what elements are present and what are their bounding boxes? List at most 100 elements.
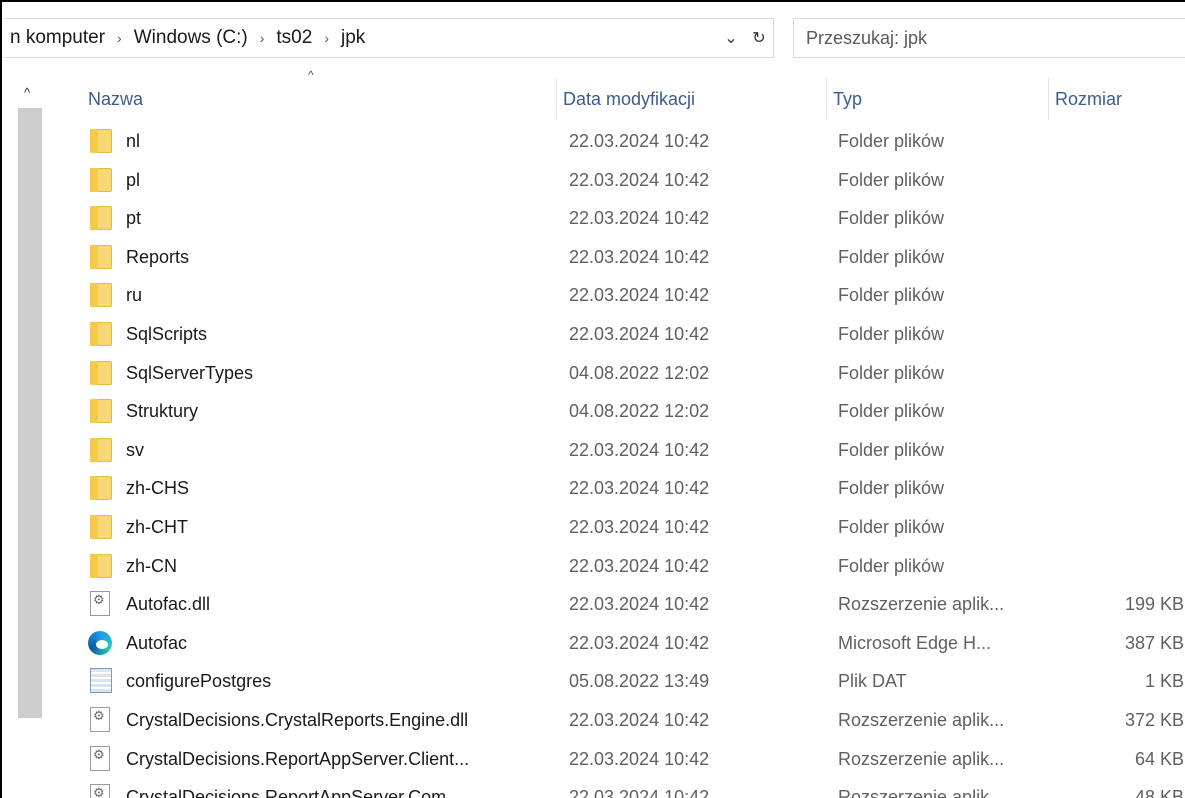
- list-item[interactable]: Struktury 04.08.2022 12:02 Folder plików: [62, 392, 1185, 430]
- chevron-down-icon[interactable]: ⌄: [717, 28, 745, 48]
- list-item[interactable]: SqlScripts 22.03.2024 10:42 Folder plików: [62, 315, 1185, 353]
- file-size: [1042, 431, 1184, 469]
- breadcrumb-jpk[interactable]: jpk: [335, 27, 371, 49]
- file-type: Rozszerzenie aplik...: [838, 710, 1005, 730]
- list-item[interactable]: nl 22.03.2024 10:42 Folder plików: [62, 122, 1185, 160]
- file-size: 372 KB: [1124, 710, 1184, 730]
- list-item[interactable]: pt 22.03.2024 10:42 Folder plików: [62, 199, 1185, 237]
- breadcrumb-drive-c[interactable]: Windows (C:): [128, 27, 254, 49]
- list-item[interactable]: ru 22.03.2024 10:42 Folder plików: [62, 276, 1185, 314]
- column-name[interactable]: Nazwa: [82, 78, 552, 120]
- file-icon-cell: [86, 701, 122, 739]
- file-icon-cell: [86, 238, 122, 276]
- file-size: 64 KB: [1134, 748, 1184, 769]
- file-type: Folder plików: [838, 208, 945, 229]
- dat-icon: [90, 668, 112, 694]
- dll-icon: [90, 707, 110, 732]
- list-item[interactable]: CrystalDecisions.CrystalReports.Engine.d…: [62, 701, 1185, 739]
- list-item[interactable]: Autofac 22.03.2024 10:42 Microsoft Edge H.…: [62, 624, 1185, 662]
- file-name: Autofac: [126, 632, 188, 653]
- column-header: ^ Nazwa Data modyfikacji Typ Rozmiar: [62, 68, 1185, 120]
- file-type: Folder plików: [838, 324, 945, 344]
- folder-icon: [90, 515, 112, 539]
- file-size: [1042, 354, 1184, 392]
- file-date: 04.08.2022 12:02: [569, 362, 710, 383]
- folder-icon: [90, 553, 112, 578]
- file-type: Folder plików: [838, 362, 945, 383]
- file-date: 22.03.2024 10:42: [569, 246, 710, 267]
- file-name: Autofac.dll: [126, 594, 211, 615]
- file-icon-cell: [86, 778, 122, 798]
- column-type-label: Typ: [833, 89, 863, 109]
- list-item[interactable]: zh-CN 22.03.2024 10:42 Folder plików: [62, 547, 1185, 585]
- file-icon-cell: [86, 354, 122, 392]
- file-date: 22.03.2024 10:42: [569, 748, 710, 769]
- file-name: pl: [126, 169, 141, 190]
- file-name: nl: [126, 131, 141, 151]
- column-type[interactable]: Typ: [826, 78, 1046, 120]
- folder-icon: [90, 476, 112, 501]
- file-date: 22.03.2024 10:42: [569, 439, 710, 460]
- file-date: 22.03.2024 10:42: [569, 787, 710, 798]
- list-item[interactable]: configurePostgres 05.08.2022 13:49 Plik DA…: [62, 662, 1185, 700]
- column-name-label: Nazwa: [88, 89, 144, 109]
- scrollbar-thumb[interactable]: [18, 108, 42, 718]
- address-bar[interactable]: n komputer › Windows (C:) › ts02 › jpk ⌄…: [4, 18, 774, 58]
- list-item[interactable]: pl 22.03.2024 10:42 Folder plików: [62, 161, 1185, 199]
- file-date: 22.03.2024 10:42: [569, 632, 710, 653]
- list-item[interactable]: SqlServerTypes 04.08.2022 12:02 Folder pli…: [62, 354, 1185, 392]
- file-type: Folder plików: [838, 517, 945, 537]
- folder-icon: [90, 129, 112, 153]
- search-input[interactable]: [806, 27, 1185, 49]
- file-name: CrystalDecisions.CrystalReports.Engine.d…: [126, 710, 469, 730]
- breadcrumb-ts02[interactable]: ts02: [270, 27, 318, 49]
- column-date-label: Data modyfikacji: [563, 89, 696, 109]
- breadcrumb-this-pc[interactable]: n komputer: [4, 27, 111, 49]
- chevron-right-icon[interactable]: ›: [318, 30, 335, 46]
- file-type: Folder plików: [838, 169, 945, 190]
- folder-icon: [90, 360, 112, 385]
- file-size: 199 KB: [1124, 594, 1184, 615]
- file-icon-cell: [86, 624, 122, 662]
- file-icon-cell: [86, 122, 122, 160]
- file-date: 22.03.2024 10:42: [569, 555, 710, 576]
- folder-icon: [90, 283, 112, 308]
- file-type: Folder plików: [838, 439, 945, 460]
- folder-icon: [90, 244, 112, 269]
- file-name: zh-CHT: [126, 517, 188, 537]
- file-date: 05.08.2022 13:49: [569, 671, 710, 692]
- file-type: Folder plików: [838, 285, 945, 306]
- scroll-up-icon[interactable]: ^: [12, 82, 42, 106]
- list-item[interactable]: sv 22.03.2024 10:42 Folder plików: [62, 431, 1185, 469]
- refresh-icon[interactable]: ↻: [745, 28, 773, 48]
- file-size: [1042, 315, 1184, 353]
- file-date: 04.08.2022 12:02: [569, 401, 710, 422]
- file-date: 22.03.2024 10:42: [569, 478, 710, 499]
- chevron-right-icon[interactable]: ›: [254, 30, 271, 46]
- chevron-right-icon[interactable]: ›: [111, 30, 128, 46]
- file-name: sv: [126, 439, 144, 460]
- search-box[interactable]: [793, 18, 1185, 58]
- dll-icon: [90, 784, 110, 798]
- list-item[interactable]: CrystalDecisions.ReportAppServer.Client.…: [62, 740, 1185, 778]
- file-type: Folder plików: [838, 246, 945, 267]
- list-item[interactable]: zh-CHS 22.03.2024 10:42 Folder plików: [62, 469, 1185, 507]
- list-item[interactable]: Reports 22.03.2024 10:42 Folder plików: [62, 238, 1185, 276]
- folder-icon: [90, 206, 112, 231]
- file-icon-cell: [86, 585, 122, 623]
- file-type: Rozszerzenie aplik...: [838, 748, 1005, 769]
- folder-icon: [90, 167, 112, 192]
- file-date: 22.03.2024 10:42: [569, 169, 710, 190]
- file-size: [1042, 469, 1184, 507]
- file-size: [1042, 392, 1184, 430]
- column-date[interactable]: Data modyfikacji: [556, 78, 826, 120]
- column-size[interactable]: Rozmiar: [1048, 78, 1185, 120]
- list-item[interactable]: Autofac.dll 22.03.2024 10:42 Rozszerzenie …: [62, 585, 1185, 623]
- list-item[interactable]: zh-CHT 22.03.2024 10:42 Folder plików: [62, 508, 1185, 546]
- file-size: [1042, 161, 1184, 199]
- file-size: [1042, 276, 1184, 314]
- list-item[interactable]: CrystalDecisions.ReportAppServer.Com... 2…: [62, 778, 1185, 798]
- vertical-scrollbar[interactable]: ^: [12, 82, 42, 798]
- file-explorer-window: n komputer › Windows (C:) › ts02 › jpk ⌄…: [0, 0, 1185, 798]
- file-size: [1042, 508, 1184, 546]
